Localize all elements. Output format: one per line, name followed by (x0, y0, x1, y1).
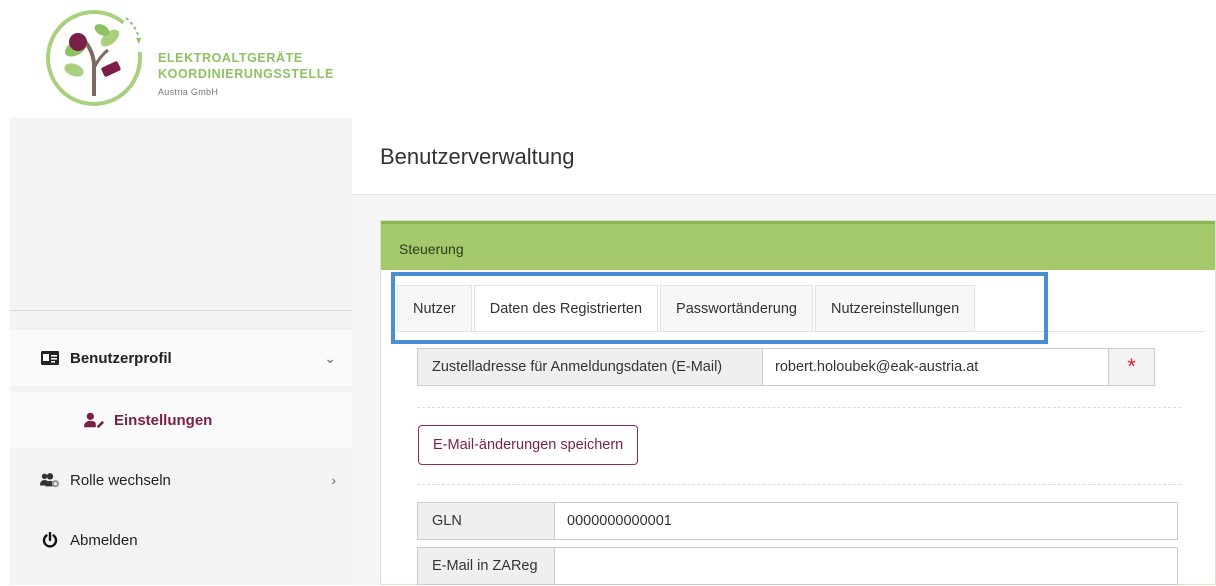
page-title: Benutzerverwaltung (380, 144, 575, 169)
zareg-input-group: E-Mail in ZAReg (417, 547, 1178, 585)
tab-daten-des-registrierten[interactable]: Daten des Registrierten (473, 285, 659, 331)
zareg-email-field[interactable] (555, 547, 1178, 585)
sidebar-item-benutzerprofil[interactable]: Benutzerprofil ⌄ (10, 330, 352, 386)
sidebar-item-abmelden[interactable]: Abmelden (10, 512, 352, 568)
email-field[interactable]: robert.holoubek@eak-austria.at (763, 348, 1109, 386)
app-header: ELEKTROALTGERÄTE KOORDINIERUNGSSTELLE Au… (0, 0, 1216, 118)
brand-text: ELEKTROALTGERÄTE KOORDINIERUNGSSTELLE Au… (158, 50, 334, 100)
page-header: Benutzerverwaltung (352, 118, 1216, 195)
card-title: Steuerung (399, 241, 464, 257)
gln-input-group: GLN 0000000000001 (417, 502, 1178, 540)
tab-passwortaenderung[interactable]: Passwortänderung (660, 285, 813, 331)
sidebar-item-label: Benutzerprofil (70, 349, 172, 367)
logo-icon[interactable] (44, 8, 144, 108)
chevron-right-icon: › (331, 472, 336, 488)
users-cog-icon (40, 472, 60, 488)
separator (417, 407, 1181, 408)
separator (417, 484, 1181, 485)
sidebar-divider (10, 310, 352, 311)
sidebar-item-label: Abmelden (70, 531, 138, 549)
required-icon: * (1109, 348, 1155, 386)
tab-nutzer[interactable]: Nutzer (397, 285, 472, 331)
sidebar-item-label: Rolle wechseln (70, 471, 171, 489)
brand-line3: Austria GmbH (158, 87, 219, 97)
gln-label: GLN (417, 502, 555, 540)
gln-field[interactable]: 0000000000001 (555, 502, 1178, 540)
email-label: Zustelladresse für Anmeldungsdaten (E-Ma… (417, 348, 763, 386)
power-icon (40, 532, 60, 548)
user-edit-icon (84, 412, 104, 428)
brand-line1: ELEKTROALTGERÄTE (158, 51, 303, 65)
chevron-down-icon: ⌄ (324, 349, 336, 366)
save-email-button[interactable]: E-Mail-änderungen speichern (418, 425, 639, 465)
card-header: Steuerung (381, 221, 1215, 270)
brand-line2: KOORDINIERUNGSSTELLE (158, 67, 334, 81)
sidebar-item-einstellungen[interactable]: Einstellungen (10, 392, 352, 448)
id-card-icon (40, 351, 60, 365)
sidebar-item-label: Einstellungen (114, 411, 213, 429)
tab-bar: Nutzer Daten des Registrierten Passwortä… (397, 285, 977, 333)
email-input-group: Zustelladresse für Anmeldungsdaten (E-Ma… (417, 348, 1155, 386)
tab-nutzereinstellungen[interactable]: Nutzereinstellungen (814, 285, 976, 331)
sidebar-item-rolle-wechseln[interactable]: Rolle wechseln › (10, 452, 352, 508)
zareg-label: E-Mail in ZAReg (417, 547, 555, 585)
